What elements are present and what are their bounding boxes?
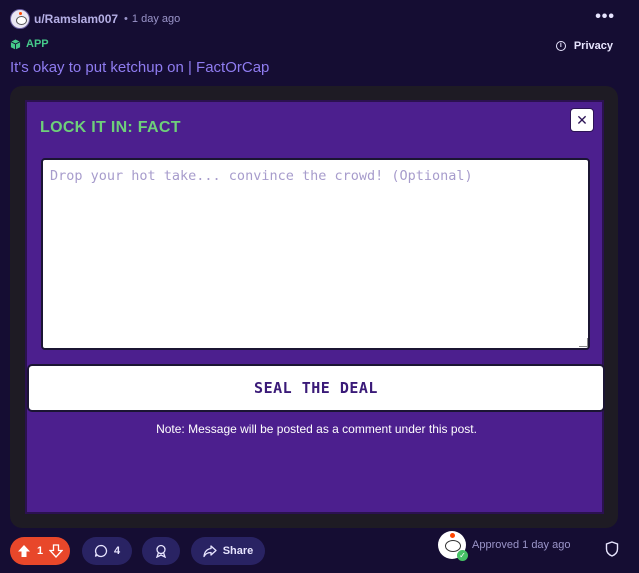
cube-icon <box>10 38 21 50</box>
username-link[interactable]: u/Ramslam007 <box>34 12 118 26</box>
close-icon: ✕ <box>576 111 588 128</box>
privacy-link[interactable]: i Privacy <box>555 40 613 52</box>
check-icon: ✓ <box>457 550 468 561</box>
award-icon <box>155 544 167 558</box>
game-panel: LOCK IT IN: FACT ✕ SEAL THE DEAL Note: M… <box>25 100 605 514</box>
comment-note: Note: Message will be posted as a commen… <box>156 422 477 436</box>
vote-control: 1 <box>10 537 70 565</box>
separator-dot: • <box>124 13 128 25</box>
award-button[interactable] <box>142 537 180 565</box>
approval-status: ✓ Approved 1 day ago <box>438 531 571 561</box>
info-icon: i <box>555 41 566 51</box>
share-label: Share <box>222 545 254 557</box>
vote-count: 1 <box>36 545 44 557</box>
upvote-icon[interactable] <box>17 544 31 558</box>
action-bar: 1 4 Share ✓ Approved 1 day ago <box>10 531 629 565</box>
moderator-avatar: ✓ <box>438 531 468 561</box>
share-icon <box>203 545 217 558</box>
more-options-button[interactable]: ••• <box>595 9 615 25</box>
close-button[interactable]: ✕ <box>570 108 594 132</box>
app-embed-frame: LOCK IT IN: FACT ✕ SEAL THE DEAL Note: M… <box>10 86 618 528</box>
hot-take-input[interactable] <box>41 158 590 350</box>
shield-icon[interactable] <box>605 541 619 557</box>
post-header: u/Ramslam007 • 1 day ago ••• <box>10 7 629 31</box>
comments-button[interactable]: 4 <box>82 537 132 565</box>
user-avatar[interactable] <box>10 9 30 29</box>
post-timestamp: 1 day ago <box>131 13 181 25</box>
seal-the-deal-button[interactable]: SEAL THE DEAL <box>27 364 605 412</box>
app-badge: APP <box>10 38 49 50</box>
share-button[interactable]: Share <box>191 537 265 565</box>
privacy-label: Privacy <box>573 40 613 52</box>
post-title[interactable]: It's okay to put ketchup on | FactOrCap <box>10 59 269 76</box>
lock-in-heading: LOCK IT IN: FACT <box>40 119 181 136</box>
app-label: APP <box>26 38 49 50</box>
approved-text: Approved 1 day ago <box>472 539 571 551</box>
downvote-icon[interactable] <box>49 544 63 558</box>
comment-icon <box>94 544 108 558</box>
comment-count: 4 <box>113 545 121 557</box>
